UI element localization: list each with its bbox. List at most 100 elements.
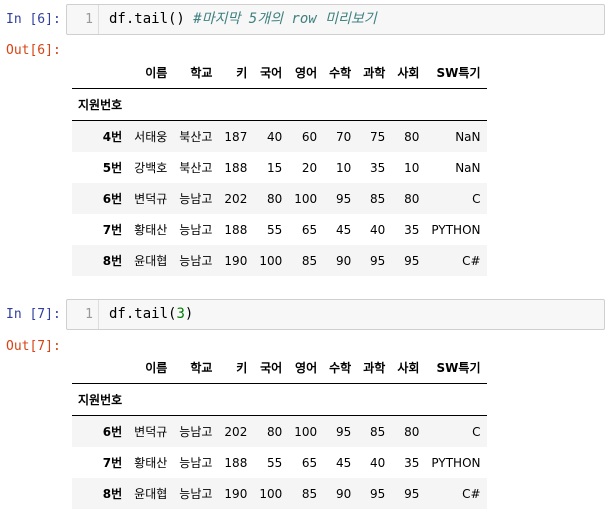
table-cell: 187: [224, 129, 248, 144]
input-prompt: In [6]:: [6, 12, 61, 27]
empty-header-cell: [173, 89, 218, 121]
table-cell: 202: [224, 424, 248, 439]
table-cell: 85: [370, 191, 386, 206]
table-cell: 45: [335, 455, 352, 470]
table-cell: C: [472, 424, 481, 439]
table-cell: 황태산: [134, 223, 168, 237]
column-header: 키: [236, 66, 248, 80]
corner-cell: [72, 57, 128, 89]
code-input-cell[interactable]: 1 df.tail() #마지막 5개의 row 미리보기: [66, 4, 605, 35]
dataframe-table: 이름 학교 키 국어 영어 수학 과학 사회 SW특기 지원번호 4번 서태웅 북산고 187 40 60 70…: [72, 57, 487, 276]
table-cell: 15: [266, 160, 283, 175]
table-cell: 65: [301, 222, 318, 237]
table-cell: 190: [224, 486, 248, 501]
table-cell: 188: [224, 222, 248, 237]
code-line[interactable]: df.tail(3): [109, 300, 193, 329]
row-index: 6번: [102, 425, 123, 439]
column-header: 과학: [363, 361, 386, 375]
table-cell: 95: [370, 253, 386, 268]
table-cell: 40: [370, 455, 386, 470]
table-cell: 95: [404, 253, 420, 268]
empty-header-cell: [323, 384, 357, 416]
empty-header-cell: [357, 384, 391, 416]
code-input-cell[interactable]: 1 df.tail(3): [66, 299, 605, 330]
index-name-header: 지원번호: [78, 393, 123, 407]
table-cell: 능남고: [179, 487, 213, 501]
column-header: 사회: [397, 361, 420, 375]
row-index: 7번: [102, 456, 123, 470]
table-cell: 60: [301, 129, 318, 144]
table-cell: 80: [266, 191, 283, 206]
table-cell: 35: [404, 222, 420, 237]
table-cell: 능남고: [179, 223, 213, 237]
row-index: 4번: [102, 130, 123, 144]
empty-header-cell: [288, 384, 323, 416]
table-cell: C#: [462, 486, 481, 501]
table-cell: 북산고: [179, 130, 213, 144]
table-cell: 80: [404, 191, 420, 206]
empty-header-cell: [253, 384, 288, 416]
row-index: 5번: [102, 161, 123, 175]
empty-header-cell: [128, 384, 173, 416]
table-cell: NaN: [455, 129, 481, 144]
table-row: 7번 황태산 능남고 188 55 65 45 40 35 PYTHON: [72, 214, 487, 245]
table-cell: 90: [335, 486, 352, 501]
column-header: 키: [236, 361, 248, 375]
table-row: 8번 윤대협 능남고 190 100 85 90 95 95 C#: [72, 478, 487, 509]
table-cell: 20: [301, 160, 318, 175]
column-header: 국어: [260, 66, 283, 80]
table-cell: 45: [335, 222, 352, 237]
empty-header-cell: [128, 89, 173, 121]
table-cell: 강백호: [134, 161, 168, 175]
table-cell: 윤대협: [134, 254, 168, 268]
table-cell: 40: [266, 129, 283, 144]
empty-header-cell: [357, 89, 391, 121]
empty-header-cell: [391, 384, 425, 416]
column-header: 학교: [190, 66, 213, 80]
output-prompt: Out[6]:: [6, 43, 61, 58]
table-cell: PYTHON: [431, 222, 481, 237]
table-cell: 95: [370, 486, 386, 501]
code-line[interactable]: df.tail() #마지막 5개의 row 미리보기: [109, 5, 377, 34]
table-row: 8번 윤대협 능남고 190 100 85 90 95 95 C#: [72, 245, 487, 276]
column-header: 수학: [329, 361, 352, 375]
column-header: 이름: [145, 66, 168, 80]
table-cell: 65: [301, 455, 318, 470]
table-cell: 100: [259, 253, 283, 268]
input-prompt: In [7]:: [6, 307, 61, 322]
table-cell: 95: [335, 424, 352, 439]
table-cell: 능남고: [179, 456, 213, 470]
index-name-header: 지원번호: [78, 98, 123, 112]
column-header: 과학: [363, 66, 386, 80]
table-cell: 95: [335, 191, 352, 206]
corner-cell: [72, 352, 128, 384]
empty-header-cell: [323, 89, 357, 121]
column-header: 이름: [145, 361, 168, 375]
row-index: 7번: [102, 223, 123, 237]
table-cell: 100: [294, 424, 318, 439]
empty-header-cell: [173, 384, 218, 416]
column-header: SW특기: [436, 66, 481, 80]
table-row: 4번 서태웅 북산고 187 40 60 70 75 80 NaN: [72, 120, 487, 152]
table-cell: 95: [404, 486, 420, 501]
line-number: 1: [67, 300, 99, 329]
table-cell: 80: [266, 424, 283, 439]
empty-header-cell: [425, 384, 486, 416]
table-cell: 100: [294, 191, 318, 206]
table-cell: 능남고: [179, 192, 213, 206]
line-number: 1: [67, 5, 99, 34]
table-cell: NaN: [455, 160, 481, 175]
table-cell: 능남고: [179, 425, 213, 439]
table-cell: 75: [370, 129, 386, 144]
column-header: SW특기: [436, 361, 481, 375]
table-cell: 80: [404, 129, 420, 144]
table-cell: 10: [335, 160, 352, 175]
column-header: 수학: [329, 66, 352, 80]
column-header: 사회: [397, 66, 420, 80]
table-cell: 55: [266, 222, 283, 237]
output-prompt: Out[7]:: [6, 339, 61, 354]
table-cell: 190: [224, 253, 248, 268]
table-row: 6번 변덕규 능남고 202 80 100 95 85 80 C: [72, 183, 487, 214]
table-cell: 윤대협: [134, 487, 168, 501]
table-cell: 변덕규: [134, 192, 168, 206]
